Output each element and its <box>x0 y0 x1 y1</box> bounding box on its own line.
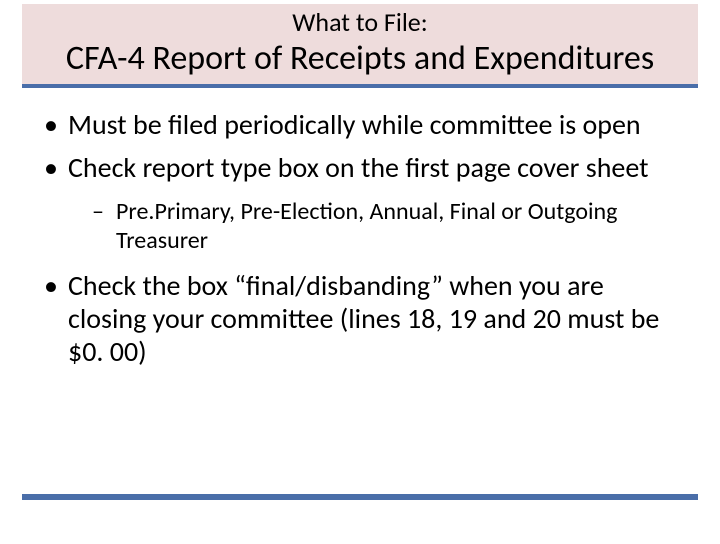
title-small: What to File: <box>22 8 698 37</box>
bottom-rule <box>22 494 698 500</box>
sub-bullet-list: Pre.Primary, Pre-Election, Annual, Final… <box>68 198 680 256</box>
bullet-item: Check report type box on the first page … <box>40 151 680 256</box>
sub-bullet-item: Pre.Primary, Pre-Election, Annual, Final… <box>92 198 680 256</box>
bullet-item: Check the box “final/disbanding” when yo… <box>40 269 680 368</box>
slide: What to File: CFA-4 Report of Receipts a… <box>0 4 720 544</box>
title-band: What to File: CFA-4 Report of Receipts a… <box>22 4 698 88</box>
bullet-list: Must be filed periodically while committ… <box>40 108 680 369</box>
title-big: CFA-4 Report of Receipts and Expenditure… <box>22 39 698 78</box>
bullet-text: Check report type box on the first page … <box>68 150 649 185</box>
slide-body: Must be filed periodically while committ… <box>0 88 720 369</box>
bullet-item: Must be filed periodically while committ… <box>40 108 680 141</box>
